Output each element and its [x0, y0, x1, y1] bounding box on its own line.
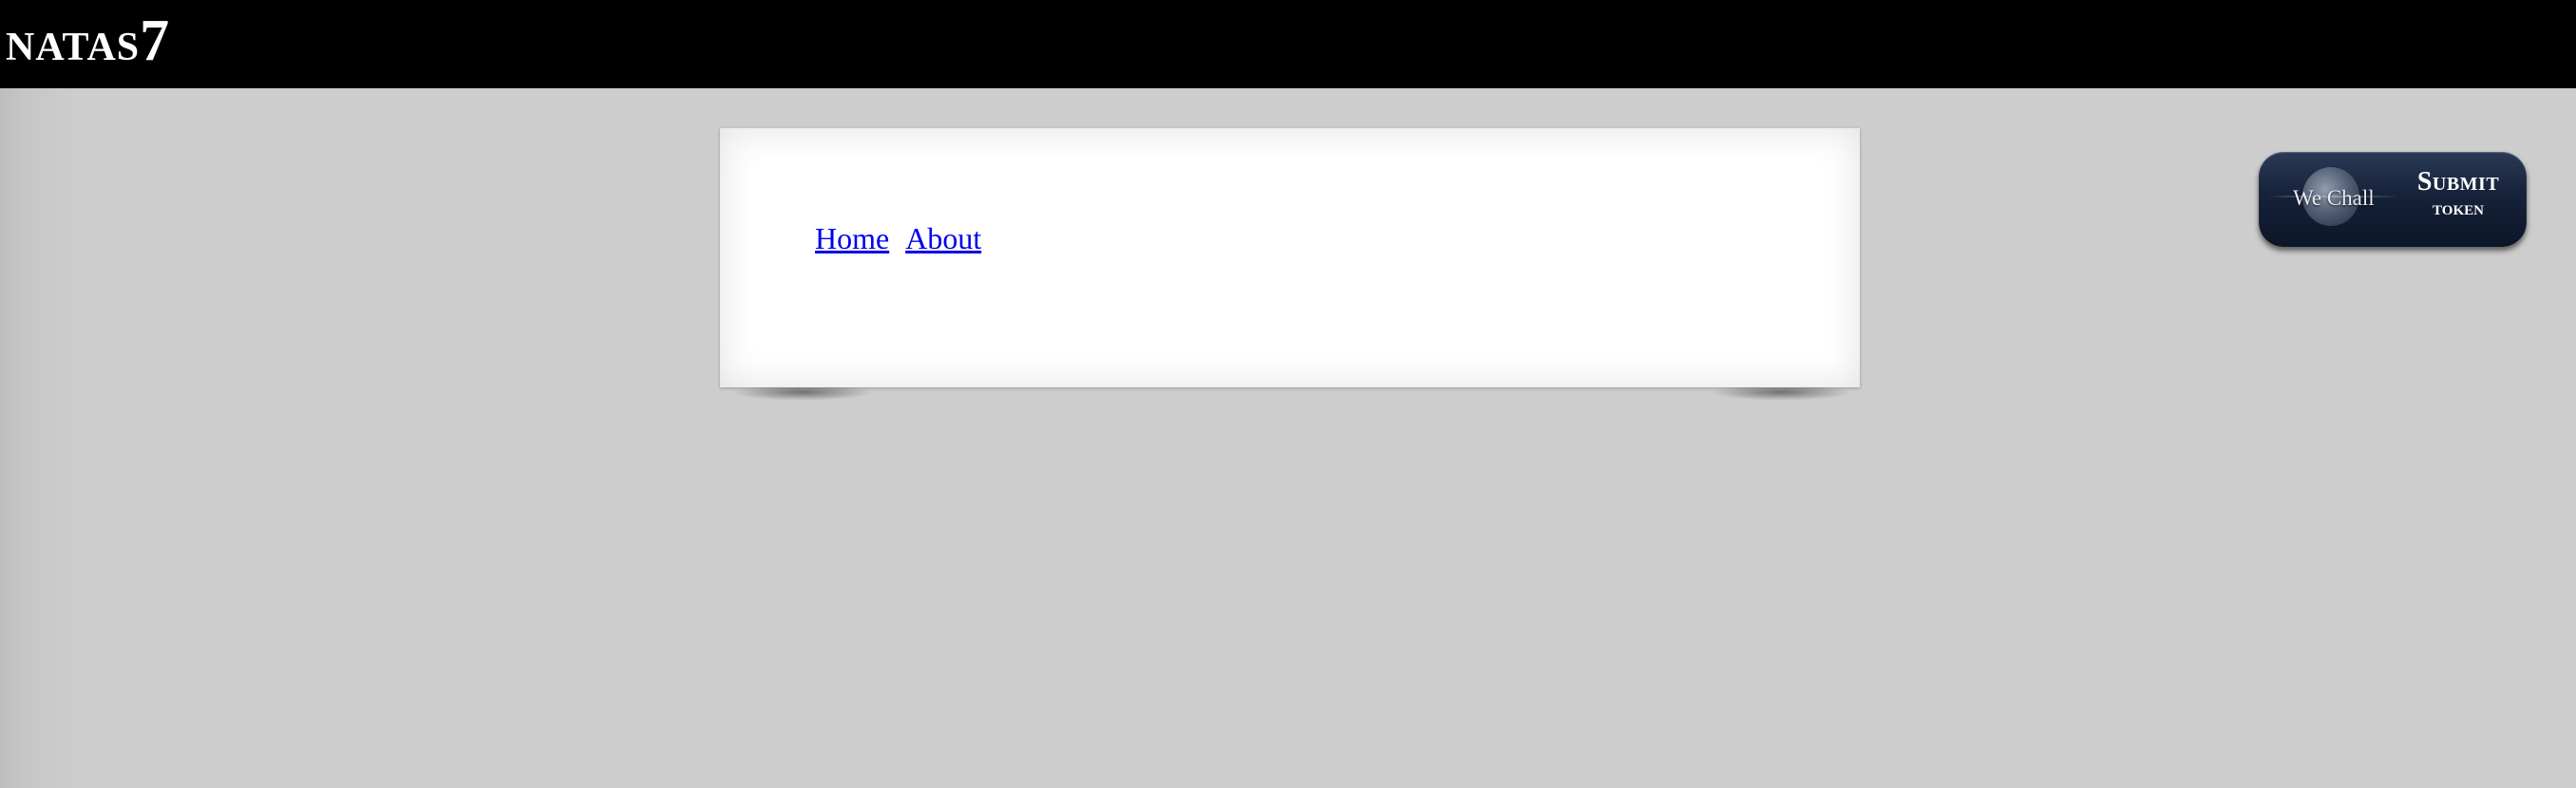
wechall-submit-token-button[interactable]: We Chall Submit token	[2259, 152, 2527, 247]
page-left-shade	[0, 88, 76, 788]
token-label: token	[2433, 196, 2484, 219]
home-link[interactable]: Home	[815, 221, 889, 255]
submit-label: Submit	[2416, 167, 2500, 197]
submit-token-label: Submit token	[2403, 169, 2513, 218]
title-level-number: 7	[140, 9, 170, 73]
wechall-logo-text: We Chall	[2293, 186, 2375, 210]
about-link[interactable]: About	[905, 221, 981, 255]
site-header: NATAS7	[0, 0, 2576, 88]
nav-links: Home About	[815, 221, 981, 256]
title-main: NATAS	[6, 26, 141, 69]
page-title: NATAS7	[6, 11, 169, 70]
content-panel: Home About	[720, 128, 1860, 387]
